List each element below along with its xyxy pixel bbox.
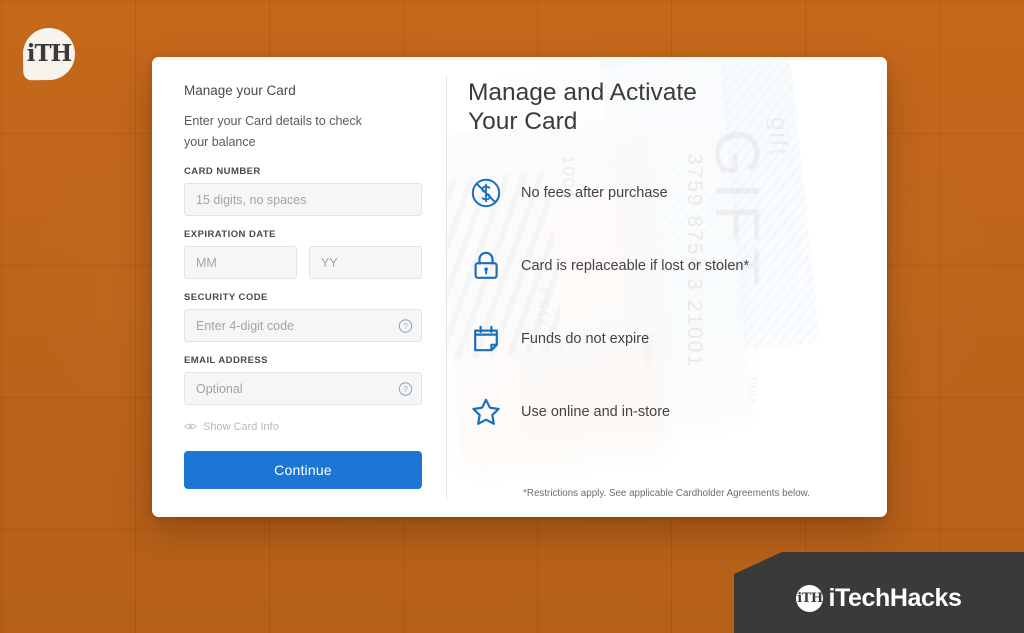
security-code-input[interactable] xyxy=(184,309,422,343)
watermark-badge-icon: iTH xyxy=(796,585,824,612)
star-icon xyxy=(468,394,504,430)
expiration-year-input[interactable] xyxy=(309,246,422,280)
eye-icon xyxy=(184,418,197,436)
itechhacks-watermark: iTH iTechHacks xyxy=(734,552,1024,633)
security-code-input-wrap: ? xyxy=(184,309,422,343)
security-code-label: SECURITY CODE xyxy=(184,292,268,304)
feature-no-fees: No fees after purchase xyxy=(468,163,861,223)
page-root: iTH Manage your Card Enter your Card det… xyxy=(0,0,1024,633)
email-input-wrap: ? xyxy=(184,372,422,406)
calendar-icon xyxy=(468,321,504,357)
expiration-inputs-row xyxy=(184,246,422,280)
security-code-field-group: SECURITY CODE ? xyxy=(184,292,422,343)
form-title: Manage your Card xyxy=(184,83,296,98)
continue-button[interactable]: Continue xyxy=(184,451,422,490)
promo-content: Manage and Activate Your Card No fees af… xyxy=(446,57,887,442)
expiration-date-label: EXPIRATION DATE xyxy=(184,229,276,241)
watermark-text: iTechHacks xyxy=(828,584,962,612)
expiration-year-wrap xyxy=(309,246,422,280)
email-input[interactable] xyxy=(184,372,422,406)
expiration-month-wrap xyxy=(184,246,297,280)
feature-no-expiry: Funds do not expire xyxy=(468,309,861,369)
feature-label: Funds do not expire xyxy=(521,330,650,347)
promo-heading: Manage and Activate Your Card xyxy=(468,79,697,135)
card-number-input-wrap xyxy=(184,183,422,217)
svg-text:?: ? xyxy=(403,385,408,394)
question-circle-icon[interactable]: ? xyxy=(398,381,413,396)
no-fee-circle-icon xyxy=(468,175,504,211)
show-card-info-toggle[interactable]: Show Card Info xyxy=(184,418,422,436)
show-card-info-label: Show Card Info xyxy=(203,421,279,434)
feature-label: Card is replaceable if lost or stolen* xyxy=(521,257,750,274)
card-number-input[interactable] xyxy=(184,183,422,217)
promo-disclaimer: *Restrictions apply. See applicable Card… xyxy=(523,488,810,499)
question-circle-icon[interactable]: ? xyxy=(398,318,413,333)
card-number-field-group: CARD NUMBER xyxy=(184,166,422,217)
feature-replaceable: Card is replaceable if lost or stolen* xyxy=(468,236,861,296)
email-address-label: EMAIL ADDRESS xyxy=(184,355,268,367)
card-form-panel: Manage your Card Enter your Card details… xyxy=(152,57,446,517)
main-card: Manage your Card Enter your Card details… xyxy=(152,57,887,517)
form-subtitle: Enter your Card details to check your ba… xyxy=(184,114,362,149)
promo-panel: GIFT gift 3759 8754 3 21001 1001 8 543 7… xyxy=(446,57,887,517)
feature-label: No fees after purchase xyxy=(521,184,668,201)
expiration-field-group: EXPIRATION DATE xyxy=(184,229,422,280)
expiration-month-input[interactable] xyxy=(184,246,297,280)
feature-label: Use online and in-store xyxy=(521,403,671,420)
logo-text: iTH xyxy=(26,39,73,67)
card-number-label: CARD NUMBER xyxy=(184,166,261,178)
lock-icon xyxy=(468,248,504,284)
feature-online-instore: Use online and in-store xyxy=(468,382,861,442)
panel-divider xyxy=(446,75,447,500)
svg-text:?: ? xyxy=(403,322,408,331)
email-field-group: EMAIL ADDRESS ? xyxy=(184,355,422,406)
site-logo: iTH xyxy=(22,27,76,81)
